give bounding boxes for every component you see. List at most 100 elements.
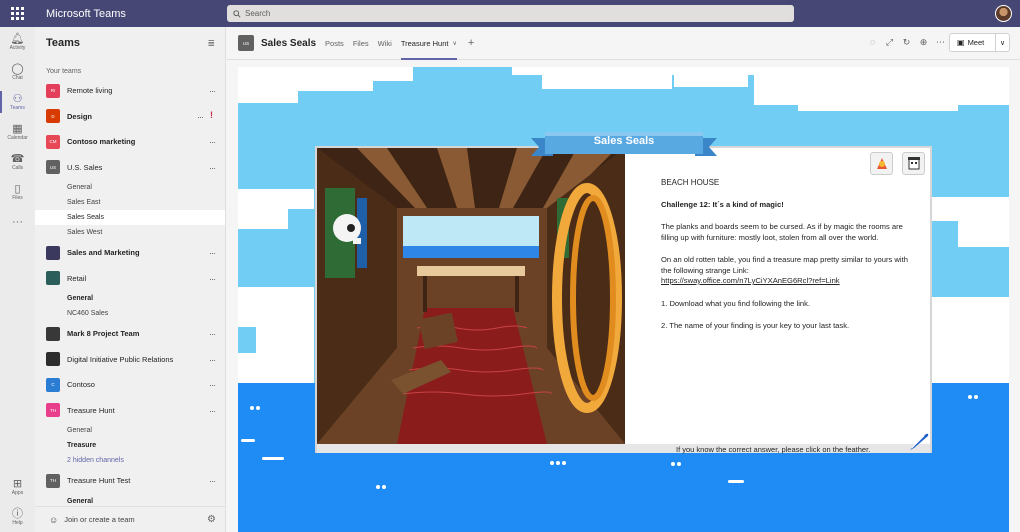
treasure-hunt-app: BEACH HOUSE Challenge 12: It´s a kind of… [238,67,1009,532]
challenge-description: The planks and boards seem to be cursed.… [661,222,903,242]
rail-label: Teams [10,105,25,111]
app-title: Microsoft Teams [46,7,126,20]
team-item[interactable]: Retail ··· [35,266,225,292]
banner-title: Sales Seals [593,135,655,147]
team-avatar [46,326,60,341]
file-icon: ▯ [14,183,21,195]
feather-button[interactable] [908,431,930,451]
rail-label: Apps [11,490,24,496]
more-options-icon[interactable]: ··· [209,248,216,258]
refresh-icon[interactable]: ↻ [901,37,912,48]
channel-item[interactable]: Sales West [35,225,225,240]
more-options-icon[interactable]: ··· [209,355,216,365]
rail-help[interactable]: ⓘ Help [0,502,35,532]
team-item[interactable]: C Contoso ··· [35,372,225,398]
feather-icon [910,433,929,450]
more-options-icon[interactable]: ··· [209,86,216,96]
channel-avatar: US [238,35,254,51]
clue-text: On an old rotten table, you find a treas… [661,255,908,275]
team-avatar: D [46,109,60,124]
cloud-decoration [754,67,1009,105]
team-item[interactable]: CM Contoso marketing ··· [35,129,225,155]
app-rail: 🔔︎ Activity ◯ Chat ⚇ Teams ▦ Calendar ☎︎… [0,27,35,532]
team-avatar [46,352,60,367]
join-team-button[interactable]: ☺ Join or create a team ⚙ [35,506,226,532]
search-input[interactable]: Search [227,5,794,22]
team-item[interactable]: TH Treasure Hunt ··· [35,398,225,424]
ship-cabin-illustration [317,148,625,444]
channel-item[interactable]: Treasure [35,438,225,453]
team-item[interactable]: Sales and Marketing ··· [35,240,225,266]
rail-calls[interactable]: ☎︎ Calls [0,147,35,177]
team-item[interactable]: D Design ···! [35,104,225,130]
rail-label: Help [12,520,23,526]
more-options-icon[interactable]: ··· [209,163,216,173]
expand-icon[interactable]: ⤢ [884,37,895,48]
challenge-text: BEACH HOUSE Challenge 12: It´s a kind of… [661,178,911,344]
more-options-icon[interactable]: ⋯ [935,37,946,48]
more-options-icon[interactable]: ··· [209,476,216,486]
teams-panel: Teams ≣ Your teams RI Remote living ··· D De… [35,27,226,532]
gear-icon[interactable]: ⚙ [207,514,216,525]
tab-files[interactable]: Files [353,27,369,60]
more-options-icon[interactable]: ··· [197,112,204,122]
tab-posts[interactable]: Posts [325,27,344,60]
bell-icon: 🔔︎ [10,33,25,45]
meet-dropdown-icon[interactable]: ∨ [996,39,1009,47]
channel-item[interactable]: 2 hidden channels [35,453,225,468]
profile-avatar[interactable] [995,5,1012,22]
team-avatar: TH [46,403,60,418]
team-name: Mark 8 Project Team [67,329,140,339]
chat-icon: ◯ [11,63,24,75]
tab-wiki[interactable]: Wiki [378,27,392,60]
channel-item[interactable]: Sales East [35,195,225,210]
channel-item[interactable]: General [35,291,225,306]
more-options-icon[interactable]: ··· [209,137,216,147]
rail-label: Calendar [7,135,28,141]
rail-files[interactable]: ▯ Files [0,177,35,207]
tab-label: Treasure Hunt [400,38,449,48]
robot-icon-button[interactable] [902,152,925,175]
cloud-decoration [238,67,413,81]
more-options-icon[interactable]: ··· [209,329,216,339]
channel-item[interactable]: General [35,180,225,195]
rail-chat[interactable]: ◯ Chat [0,57,35,87]
team-item[interactable]: RI Remote living ··· [35,78,225,104]
rail-apps[interactable]: ⊞ Apps [0,472,35,502]
meet-button[interactable]: ▣ Meet ∨ [949,33,1010,52]
team-item[interactable]: Digital Initiative Public Relations ··· [35,347,225,373]
channel-item[interactable]: NC460 Sales [35,306,225,321]
more-options-icon[interactable]: ··· [209,274,216,284]
phoenix-icon-button[interactable] [870,152,893,175]
rail-more-button[interactable]: ··· [0,207,35,237]
more-options-icon[interactable]: ··· [209,406,216,416]
rail-activity[interactable]: 🔔︎ Activity [0,27,35,57]
more-options-icon[interactable]: ··· [209,380,216,390]
conversation-icon[interactable]: ◌ [867,37,878,48]
rail-calendar[interactable]: ▦ Calendar [0,117,35,147]
rail-teams[interactable]: ⚇ Teams [0,87,35,117]
filter-icon[interactable]: ≣ [207,38,215,49]
add-tab-button[interactable]: + [468,37,474,49]
cloud-decoration [932,197,1009,221]
team-avatar: US [46,160,60,175]
globe-icon[interactable]: ⊕ [918,37,929,48]
team-name: Treasure Hunt [67,405,115,415]
phone-icon: ☎︎ [10,153,25,165]
waffle-icon [11,7,24,20]
team-item[interactable]: TH Treasure Hunt Test ··· [35,468,225,494]
team-item[interactable]: US U.S. Sales ··· [35,155,225,181]
section-label: Your teams [46,68,82,75]
team-name: Retail [67,273,87,283]
tab-treasure-hunt[interactable]: Treasure Hunt ∨ [400,27,457,60]
challenge-card: BEACH HOUSE Challenge 12: It´s a kind of… [315,146,932,454]
channel-item[interactable]: General [35,423,225,438]
team-avatar: TH [46,473,60,488]
app-launcher-button[interactable] [0,0,35,27]
treasure-map-link[interactable]: https://sway.office.com/n7LyCiYXAnEG6Rcl… [661,276,840,285]
channel-item[interactable]: Sales Seals [35,210,225,225]
cloud-decoration [238,287,314,327]
team-item[interactable]: Mark 8 Project Team ··· [35,321,225,347]
step-two: 2. The name of your finding is your key … [661,321,850,330]
meet-label: Meet [967,38,985,47]
